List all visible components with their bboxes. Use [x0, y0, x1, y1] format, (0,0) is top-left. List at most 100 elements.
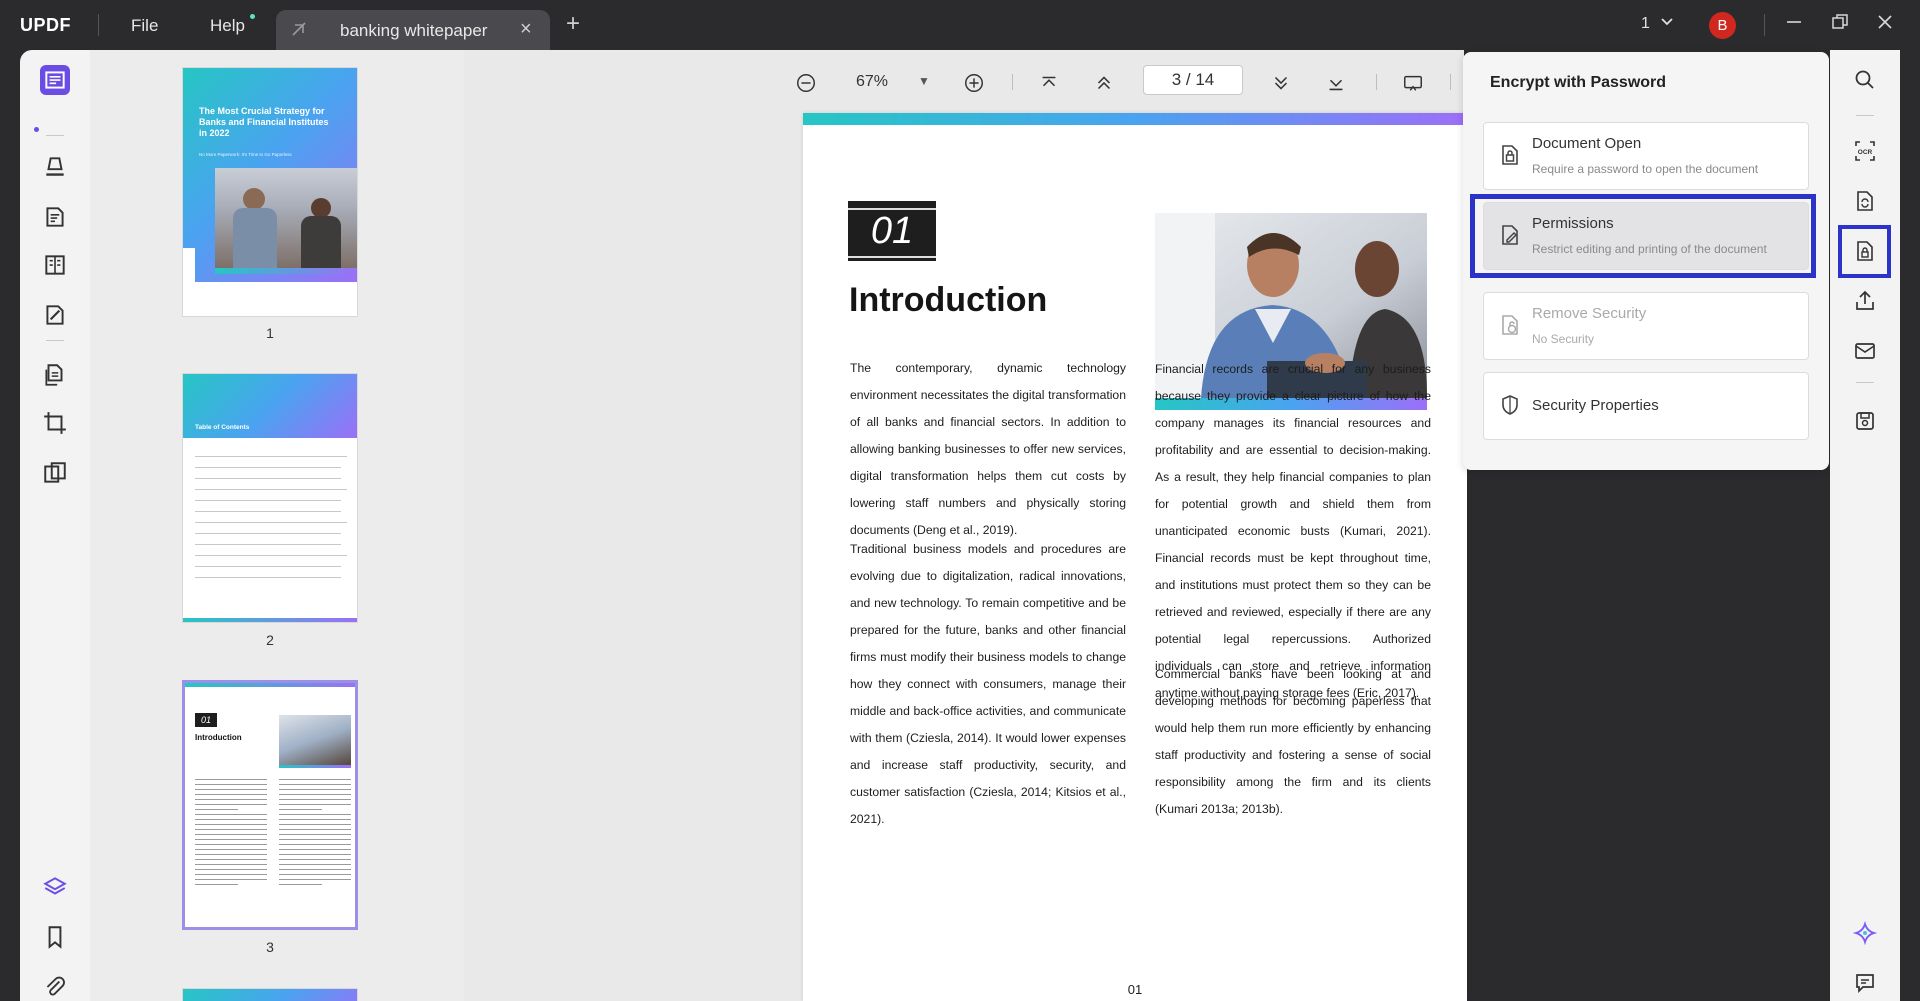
- text-line: [279, 859, 351, 860]
- document-open-option[interactable]: Document Open Require a password to open…: [1483, 122, 1809, 190]
- thumb-3-photo: [279, 715, 351, 765]
- divider: [1764, 14, 1765, 36]
- page-thumbnail-2[interactable]: Table of Contents: [182, 373, 358, 623]
- security-properties-option[interactable]: Security Properties: [1483, 372, 1809, 440]
- text-line: [195, 794, 267, 795]
- right-paragraph-2: Commercial banks have been looking at an…: [1155, 667, 1431, 816]
- comment-icon[interactable]: [1850, 968, 1880, 998]
- add-tab-icon[interactable]: +: [566, 12, 580, 36]
- text-line: [279, 834, 351, 835]
- text-line: [279, 824, 351, 825]
- compare-icon[interactable]: [40, 458, 70, 488]
- menu-file[interactable]: File: [131, 16, 158, 36]
- toc-lines: [195, 456, 347, 588]
- left-tool-rail: [20, 50, 90, 1001]
- bookmark-icon[interactable]: [40, 922, 70, 952]
- text-line: [279, 884, 323, 885]
- highlighter-icon[interactable]: [40, 152, 70, 182]
- menu-help[interactable]: Help: [210, 16, 245, 36]
- text-line: [279, 779, 351, 780]
- reader-icon[interactable]: [40, 65, 70, 95]
- panel-title: Encrypt with Password: [1490, 74, 1667, 91]
- right-paragraph-1: Financial records are crucial for any bu…: [1155, 362, 1431, 700]
- zoom-in-icon[interactable]: [961, 70, 987, 96]
- window-count[interactable]: 1: [1641, 15, 1650, 33]
- tab-doc-icon: [290, 20, 310, 40]
- avatar[interactable]: B: [1709, 12, 1736, 39]
- edit-text-icon[interactable]: [40, 202, 70, 232]
- page-thumbnails-panel: The Most Crucial Strategy for Banks and …: [90, 50, 464, 1001]
- text-line: [195, 859, 267, 860]
- text-line: [195, 849, 267, 850]
- next-page-icon[interactable]: [1268, 70, 1294, 96]
- document-tab[interactable]: banking whitepaper ×: [276, 10, 550, 50]
- convert-icon[interactable]: [40, 360, 70, 390]
- minimize-icon[interactable]: [1782, 12, 1806, 37]
- ocr-icon[interactable]: OCR: [1850, 136, 1880, 166]
- zoom-dropdown-icon[interactable]: ▼: [918, 74, 930, 88]
- text-line: [279, 819, 351, 820]
- close-tab-icon[interactable]: ×: [520, 19, 532, 39]
- chevron-down-icon[interactable]: [1660, 14, 1674, 30]
- previous-page-icon[interactable]: [1091, 70, 1117, 96]
- page-number-input[interactable]: 3 / 14: [1143, 65, 1243, 95]
- protect-tool-highlight: [1838, 225, 1891, 278]
- option-title: Security Properties: [1532, 397, 1659, 414]
- page-heading: Introduction: [849, 281, 1048, 319]
- document-page[interactable]: 01 Introduction The contemporary, dynami…: [803, 113, 1467, 1001]
- text-line: [195, 779, 267, 780]
- divider: [1856, 382, 1874, 383]
- cover-bar: [215, 268, 357, 274]
- text-line: [195, 879, 267, 880]
- toc-line: [195, 511, 341, 512]
- save-icon[interactable]: [1850, 406, 1880, 436]
- text-line: [195, 874, 267, 875]
- left-paragraph-2: Traditional business models and procedur…: [850, 542, 1126, 826]
- thumb-2-title: Table of Contents: [195, 424, 250, 431]
- crop-icon[interactable]: [40, 408, 70, 438]
- left-paragraph-1: The contemporary, dynamic technology env…: [850, 361, 1126, 537]
- thumbnail-number: 1: [266, 325, 274, 341]
- attachment-icon[interactable]: [40, 972, 70, 1001]
- presentation-icon[interactable]: [1400, 70, 1426, 96]
- layers-icon[interactable]: [40, 872, 70, 902]
- search-icon[interactable]: [1850, 65, 1880, 95]
- remove-security-option[interactable]: Remove Security No Security: [1483, 292, 1809, 360]
- permissions-highlight: [1470, 194, 1816, 278]
- ai-assistant-icon[interactable]: [1850, 918, 1880, 948]
- text-line: [195, 799, 267, 800]
- convert-file-icon[interactable]: [1850, 186, 1880, 216]
- first-page-icon[interactable]: [1036, 70, 1062, 96]
- share-icon[interactable]: [1850, 286, 1880, 316]
- last-page-icon[interactable]: [1323, 70, 1349, 96]
- right-tool-rail: OCR: [1830, 50, 1900, 1001]
- text-line: [195, 804, 267, 805]
- toc-line: [195, 500, 341, 501]
- thumbnail-number: 3: [266, 939, 274, 955]
- toc-line: [195, 522, 347, 523]
- email-icon[interactable]: [1850, 336, 1880, 366]
- divider: [46, 340, 64, 341]
- organize-pages-icon[interactable]: [40, 250, 70, 280]
- page-thumbnail-1[interactable]: The Most Crucial Strategy for Banks and …: [182, 67, 358, 317]
- thumb-3-right-text: [279, 779, 351, 889]
- page-thumbnail-4[interactable]: [182, 988, 358, 1001]
- text-line: [279, 854, 351, 855]
- notification-dot: [250, 14, 255, 19]
- zoom-level[interactable]: 67%: [856, 73, 888, 91]
- text-line: [279, 879, 351, 880]
- restore-icon[interactable]: [1828, 12, 1852, 37]
- page-thumbnail-3[interactable]: 01 Introduction: [182, 680, 358, 930]
- text-line: [279, 844, 351, 845]
- text-line: [195, 809, 239, 810]
- divider: [1450, 74, 1451, 90]
- form-icon[interactable]: [40, 300, 70, 330]
- zoom-out-icon[interactable]: [793, 70, 819, 96]
- section-number: 01: [870, 210, 914, 252]
- text-line: [279, 829, 351, 830]
- text-line: [279, 784, 351, 785]
- text-line: [195, 814, 267, 815]
- text-line: [195, 869, 267, 870]
- close-window-icon[interactable]: [1873, 12, 1897, 37]
- toc-line: [195, 467, 341, 468]
